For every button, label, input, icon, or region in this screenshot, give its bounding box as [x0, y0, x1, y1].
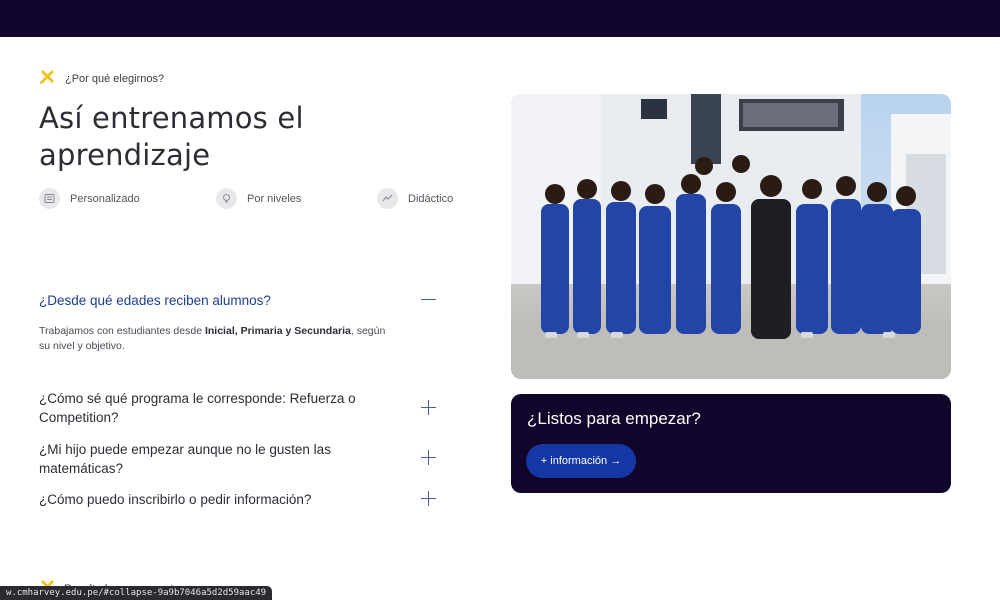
answer-bold: Inicial, Primaria y Secundaria [204, 325, 351, 337]
feature-label: Didáctico [408, 192, 454, 205]
title-line-2: aprendizaje [39, 138, 211, 172]
top-nav-bar [0, 0, 1000, 37]
minus-icon[interactable] [421, 292, 437, 308]
section-eyebrow: ¿Por qué elegirnos? [39, 68, 164, 90]
eyebrow-label: ¿Por qué elegirnos? [65, 73, 165, 85]
plus-icon[interactable] [421, 450, 437, 466]
faq-question[interactable]: ¿Cómo puedo inscribirlo o pedir informac… [39, 490, 379, 509]
faq-item-3[interactable]: ¿Mi hijo puede empezar aunque no le gust… [39, 440, 449, 478]
pencil-ruler-icon [39, 68, 56, 90]
feature-label: Por niveles [247, 192, 302, 205]
faq-item-4[interactable]: ¿Cómo puedo inscribirlo o pedir informac… [39, 490, 449, 509]
answer-text: Trabajamos con estudiantes desde [39, 325, 205, 337]
students-group-photo [511, 94, 951, 379]
more-info-button[interactable]: + información → [526, 444, 636, 478]
feature-didactico: Didáctico [377, 188, 453, 209]
page-title: Así entrenamos el aprendizaje [39, 100, 399, 174]
feature-label: Personalizado [70, 192, 140, 205]
faq-question[interactable]: ¿Mi hijo puede empezar aunque no le gust… [39, 440, 379, 478]
faq-item-1[interactable]: ¿Desde qué edades reciben alumnos? [39, 291, 449, 310]
lightbulb-icon [216, 188, 237, 209]
faq-question[interactable]: ¿Desde qué edades reciben alumnos? [39, 291, 379, 310]
plus-icon[interactable] [421, 400, 437, 416]
faq-answer: Trabajamos con estudiantes desde Inicial… [39, 324, 399, 354]
cta-title: ¿Listos para empezar? [527, 409, 701, 428]
faq-item-2[interactable]: ¿Cómo sé qué programa le corresponde: Re… [39, 389, 449, 427]
faq-question[interactable]: ¿Cómo sé qué programa le corresponde: Re… [39, 389, 379, 427]
feature-por-niveles: Por niveles [216, 188, 301, 209]
title-line-1: Así entrenamos el [39, 101, 304, 135]
cta-card: ¿Listos para empezar? + información → [511, 394, 951, 493]
trend-icon [377, 188, 398, 209]
book-icon [39, 188, 60, 209]
feature-personalizado: Personalizado [39, 188, 140, 209]
link-status-bar: w.cmharvey.edu.pe/#collapse-9a9b7046a5d2… [0, 586, 273, 600]
plus-icon[interactable] [421, 491, 437, 507]
